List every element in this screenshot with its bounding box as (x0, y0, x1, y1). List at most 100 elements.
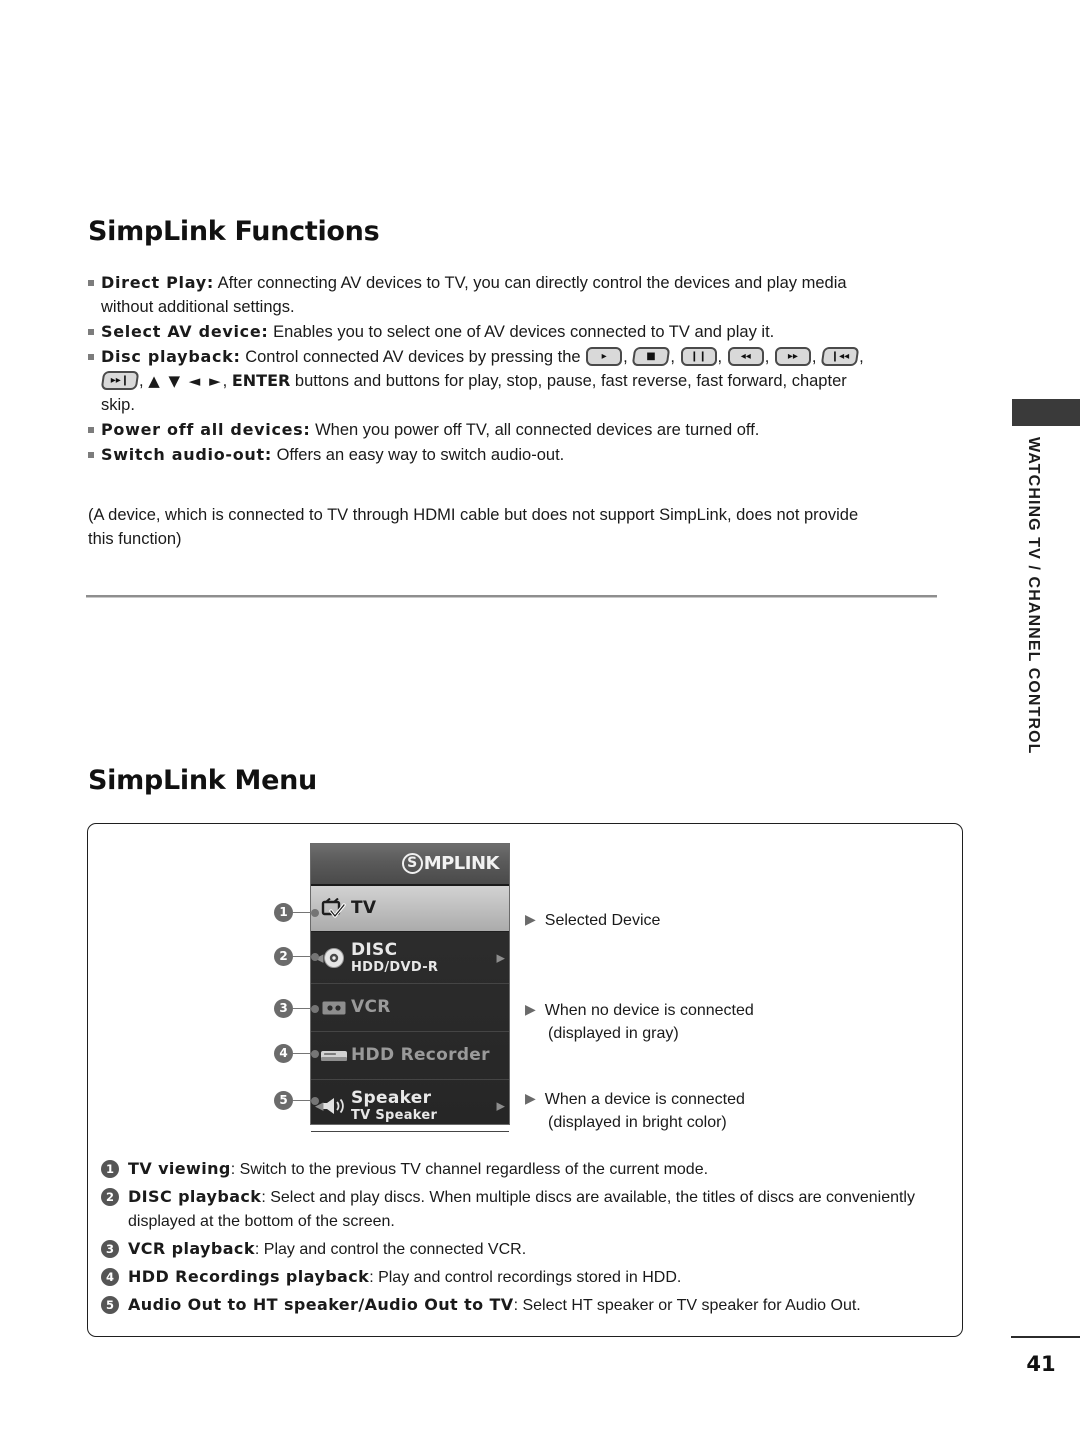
list-item: 1 TV viewing: Switch to the previous TV … (101, 1157, 946, 1182)
numbered-explanation-list: 1 TV viewing: Switch to the previous TV … (101, 1157, 946, 1321)
annotation-text: Selected Device (544, 912, 661, 929)
osd-row-sublabel: TV Speaker (351, 1107, 438, 1123)
bullet-term: Direct Play: (101, 273, 214, 292)
callout-dot (311, 1049, 319, 1058)
osd-row-label: HDD Recorder (351, 1045, 490, 1065)
osd-row-label: TV (351, 898, 377, 918)
osd-row-label-group: Speaker TV Speaker (351, 1089, 437, 1123)
key-sep: , (139, 372, 144, 390)
callout-dot (311, 908, 319, 917)
list-item: 2 DISC playback: Select and play discs. … (101, 1185, 946, 1234)
key-sep: , (670, 348, 675, 366)
list-number: 3 (101, 1240, 119, 1258)
bullet-term: Switch audio-out: (101, 445, 272, 464)
list-term: VCR playback (128, 1239, 255, 1258)
bullet-text-before-keys: Control connected AV devices by pressing… (245, 348, 581, 366)
triangle-bullet-icon: ▶ (525, 912, 536, 928)
page-title-simplink-menu: SimpLink Menu (88, 765, 317, 796)
list-term: HDD Recordings playback (128, 1267, 370, 1286)
osd-row-label: DISC (351, 939, 398, 960)
fast-reverse-key-icon: ◂◂ (727, 347, 764, 367)
list-text: DISC playback: Select and play discs. Wh… (128, 1185, 946, 1234)
callout-number: 5 (274, 1091, 293, 1110)
bullet-direct-play: Direct Play: After connecting AV devices… (88, 271, 868, 319)
callout-marker-3: 3 (274, 999, 319, 1018)
pause-key-icon: ❙❙ (680, 347, 717, 367)
callout-marker-4: 4 (274, 1044, 319, 1063)
stop-key-icon: ■ (632, 347, 671, 367)
annotation-device-connected: ▶ When a device is connected (displayed … (525, 1088, 745, 1134)
key-sep: , (859, 348, 864, 366)
list-text: Audio Out to HT speaker/Audio Out to TV:… (128, 1293, 946, 1318)
osd-row-label: VCR (351, 997, 391, 1017)
bullet-power-off-all-devices: Power off all devices: When you power of… (88, 418, 868, 442)
list-item: 4 HDD Recordings playback: Play and cont… (101, 1265, 946, 1290)
bullet-text: When you power off TV, all connected dev… (315, 421, 760, 439)
callout-line (293, 1052, 311, 1055)
vcr-icon (317, 999, 351, 1017)
osd-row-label-group: VCR (351, 998, 391, 1017)
skip-forward-key-icon: ▸▸❙ (100, 371, 140, 391)
annotation-selected-device: ▶ Selected Device (525, 909, 660, 932)
callout-dot (311, 1004, 319, 1013)
tv-check-icon (317, 897, 351, 920)
osd-row-label-group: HDD Recorder (351, 1046, 490, 1065)
annotation-text: (displayed in gray) (548, 1025, 679, 1042)
callout-number: 1 (274, 903, 293, 922)
list-number: 2 (101, 1188, 119, 1206)
simplink-osd-panel: S MPLINK TV ◀ DISC HDD/DVD-R ▶ VCR HDD R… (310, 843, 510, 1132)
list-desc: : Select HT speaker or TV speaker for Au… (513, 1297, 861, 1314)
nav-right-icon[interactable]: ▶ (497, 951, 505, 964)
osd-row-hdd-recorder[interactable]: HDD Recorder (311, 1032, 509, 1080)
list-term: DISC playback (128, 1187, 262, 1206)
callout-dot (311, 1096, 319, 1105)
nav-right-icon[interactable]: ▶ (497, 1099, 505, 1112)
bullet-text: Offers an easy way to switch audio-out. (276, 446, 565, 464)
list-number: 5 (101, 1296, 119, 1314)
osd-row-label-group: DISC HDD/DVD-R (351, 941, 438, 975)
osd-row-vcr[interactable]: VCR (311, 984, 509, 1032)
annotation-text: (displayed in bright color) (548, 1114, 727, 1131)
simplink-s-mark-icon: S (401, 853, 423, 874)
footer-rule (1011, 1336, 1080, 1338)
key-sep: , (811, 348, 817, 366)
triangle-bullet-icon: ▶ (525, 1002, 536, 1018)
fast-forward-key-icon: ▸▸ (774, 347, 811, 367)
list-desc: : Play and control recordings stored in … (369, 1269, 682, 1286)
annotation-text: When no device is connected (544, 1002, 754, 1019)
list-item: 5 Audio Out to HT speaker/Audio Out to T… (101, 1293, 946, 1318)
note-paragraph: (A device, which is connected to TV thro… (88, 506, 859, 548)
simplink-logo: S MPLINK (401, 853, 500, 874)
direction-arrows-icon: ▲ ▼ ◄ ► (148, 372, 223, 390)
simplink-logo-text: MPLINK (423, 853, 500, 874)
callout-line (293, 1007, 311, 1010)
list-text: HDD Recordings playback: Play and contro… (128, 1265, 946, 1290)
annotation-no-device: ▶ When no device is connected (displayed… (525, 999, 754, 1045)
osd-row-disc[interactable]: ◀ DISC HDD/DVD-R ▶ (311, 932, 509, 984)
callout-marker-5: 5 (274, 1091, 319, 1110)
callout-line (293, 1099, 311, 1102)
osd-row-sublabel: HDD/DVD-R (351, 959, 439, 975)
key-sep: , (717, 348, 723, 366)
list-term: Audio Out to HT speaker/Audio Out to TV (128, 1295, 514, 1314)
osd-row-speaker[interactable]: ◀ Speaker TV Speaker ▶ (311, 1080, 509, 1132)
osd-row-label-group: TV (351, 899, 376, 918)
functions-bullet-list: Direct Play: After connecting AV devices… (88, 271, 868, 468)
callout-line (293, 911, 311, 914)
key-sep: , (222, 372, 228, 390)
play-key-icon: ▸ (586, 347, 623, 367)
osd-header: S MPLINK (311, 844, 509, 886)
callout-number: 4 (274, 1044, 293, 1063)
list-number: 1 (101, 1160, 119, 1178)
list-item: 3 VCR playback: Play and control the con… (101, 1237, 946, 1262)
callout-marker-1: 1 (274, 903, 319, 922)
osd-row-label: Speaker (351, 1087, 432, 1108)
key-sep: , (623, 348, 628, 366)
bullet-switch-audio-out: Switch audio-out: Offers an easy way to … (88, 443, 868, 467)
callout-dot (311, 952, 319, 961)
list-number: 4 (101, 1268, 119, 1286)
list-desc: : Play and control the connected VCR. (254, 1241, 527, 1258)
bullet-disc-playback: Disc playback: Control connected AV devi… (88, 345, 868, 417)
osd-row-tv[interactable]: TV (311, 886, 509, 932)
triangle-bullet-icon: ▶ (525, 1091, 536, 1107)
